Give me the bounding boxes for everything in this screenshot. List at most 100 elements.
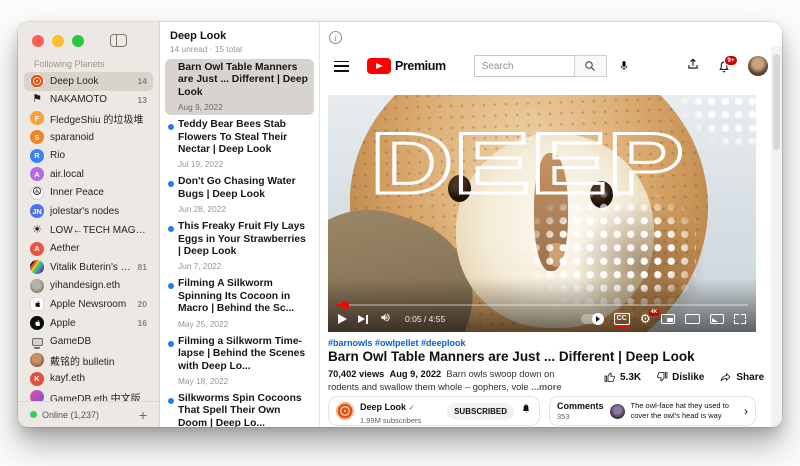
search-input[interactable] xyxy=(474,55,574,77)
article-date: May 25, 2022 xyxy=(178,319,308,329)
sidebar-item-apple[interactable]: Apple 16 xyxy=(24,314,153,333)
sidebar-item-gamedb[interactable]: GameDB xyxy=(24,332,153,351)
add-feed-button[interactable]: + xyxy=(139,408,147,422)
comments-card[interactable]: Comments 353 The owl-face hat they used … xyxy=(549,396,756,426)
scrollbar[interactable] xyxy=(771,46,782,427)
yihandesign-avatar xyxy=(30,279,44,293)
miniplayer-button[interactable] xyxy=(661,314,675,324)
captions-button[interactable]: CC xyxy=(614,313,630,324)
sidebar-item-jolestar-s-nodes[interactable]: JN jolestar's nodes xyxy=(24,202,153,221)
quality-badge: 4K xyxy=(649,309,659,317)
unread-dot-icon xyxy=(168,124,174,130)
article-info-icon[interactable]: i xyxy=(329,31,342,44)
feed-label: GameDB xyxy=(50,336,147,347)
sidebar-item-kayf-eth[interactable]: K kayf.eth xyxy=(24,370,153,389)
feed-label: Apple Newsroom xyxy=(50,299,134,310)
sidebar-item-deep-look[interactable]: Deep Look 14 xyxy=(24,72,153,91)
upload-icon[interactable] xyxy=(686,57,700,76)
sun-icon: ☀ xyxy=(30,223,44,237)
monitor-icon xyxy=(30,335,44,349)
web-content-pane: i Premium xyxy=(320,22,782,427)
sidebar-item-sparanoid[interactable]: S sparanoid xyxy=(24,128,153,147)
article-title: Silkworms Spin Cocoons That Spell Their … xyxy=(178,393,308,427)
channel-name: Deep Look xyxy=(360,402,406,412)
status-bar: Online (1,237) + xyxy=(18,401,159,427)
feed-title: Deep Look xyxy=(170,30,309,42)
hashtag-links[interactable]: #barnowls #owlpellet #deeplook xyxy=(328,338,466,348)
article-date: Jul 19, 2022 xyxy=(178,159,308,169)
article-item-6[interactable]: Filming a Silkworm Time-lapse | Behind t… xyxy=(165,333,314,389)
share-button[interactable]: Share xyxy=(719,371,764,383)
next-button[interactable] xyxy=(358,315,368,324)
sidebar-item-air-local[interactable]: A air.local xyxy=(24,165,153,184)
vitalik-avatar xyxy=(30,260,44,274)
like-button[interactable]: 5.3K xyxy=(604,371,641,383)
comments-label: Comments xyxy=(557,401,604,411)
sidebar-item-rio[interactable]: R Rio xyxy=(24,146,153,165)
video-player[interactable]: DEEP 0:05 / 4:55 xyxy=(328,95,756,332)
feed-label: Inner Peace xyxy=(50,187,147,198)
unread-dot-icon xyxy=(168,181,174,187)
sidebar-item-fledgeshiu[interactable]: F FledgeShiu 的垃圾堆 xyxy=(24,109,153,128)
commenter-avatar xyxy=(610,404,625,419)
notifications-bell-icon[interactable]: 9+ xyxy=(717,59,731,74)
expand-comments-chevron-icon[interactable]: › xyxy=(744,404,748,418)
thumbs-up-icon xyxy=(604,371,616,383)
close-window-button[interactable] xyxy=(32,35,44,47)
air-local-avatar: A xyxy=(30,167,44,181)
channel-card[interactable]: Deep Look ✓ 1.99M subscribers SUBSCRIBED xyxy=(328,396,540,426)
article-item-4[interactable]: This Freaky Fruit Fly Lays Eggs in Your … xyxy=(165,218,314,274)
article-list: Barn Owl Table Manners are Just ... Diff… xyxy=(160,59,319,427)
channel-logo-icon[interactable] xyxy=(336,402,354,420)
unread-count-badge: 81 xyxy=(138,262,147,272)
feed-label: GameDB.eth 中文版 xyxy=(50,390,147,401)
sidebar-item-nakamoto[interactable]: ⚑ NAKAMOTO 13 xyxy=(24,91,153,110)
video-actions: 5.3K Dislike Share ··· xyxy=(604,371,782,383)
top-comment-preview: The owl-face hat they used to cover the … xyxy=(631,401,738,422)
autoplay-toggle[interactable] xyxy=(581,314,604,324)
show-more-link[interactable]: ...more xyxy=(531,382,561,392)
article-item-1[interactable]: Barn Owl Table Manners are Just ... Diff… xyxy=(165,59,314,115)
sidebar-item-inner-peace[interactable]: ☮ Inner Peace xyxy=(24,184,153,203)
sidebar-item-gamedb-eth[interactable]: GameDB.eth 中文版 xyxy=(24,388,153,401)
sidebar-item-apple-newsroom[interactable]: Apple Newsroom 20 xyxy=(24,295,153,314)
feed-label: yihandesign.eth xyxy=(50,280,147,291)
article-list-pane: Deep Look 14 unread · 15 total Barn Owl … xyxy=(160,22,320,427)
sidebar-item-aether[interactable]: A Aether xyxy=(24,239,153,258)
sidebar-item-vitalik-buterin-s-we[interactable]: Vitalik Buterin's we... 81 xyxy=(24,258,153,277)
header-actions: 9+ xyxy=(686,56,768,76)
below-video-cards: Deep Look ✓ 1.99M subscribers SUBSCRIBED… xyxy=(328,396,756,426)
account-avatar[interactable] xyxy=(748,56,768,76)
view-count: 70,402 views xyxy=(328,369,384,379)
upload-date: Aug 9, 2022 xyxy=(390,369,442,379)
fullscreen-button[interactable] xyxy=(734,314,746,324)
cast-button[interactable] xyxy=(710,314,724,324)
menu-icon[interactable] xyxy=(334,61,349,72)
sidebar-item-low-tech-magazine[interactable]: ☀ LOW←TECH MAGAZINE xyxy=(24,221,153,240)
theater-mode-button[interactable] xyxy=(685,314,700,324)
play-button[interactable] xyxy=(338,314,347,324)
scrollbar-thumb[interactable] xyxy=(773,54,780,150)
gamedb-cn-avatar xyxy=(30,390,44,401)
youtube-brand-label: Premium xyxy=(395,59,446,73)
subscribed-button[interactable]: SUBSCRIBED xyxy=(447,403,514,420)
sidebar-item-yihandesign-eth[interactable]: yihandesign.eth xyxy=(24,277,153,296)
article-item-5[interactable]: Filming A Silkworm Spinning Its Cocoon i… xyxy=(165,275,314,331)
toggle-sidebar-icon[interactable] xyxy=(110,34,127,47)
article-item-7[interactable]: Silkworms Spin Cocoons That Spell Their … xyxy=(165,390,314,427)
settings-gear-icon[interactable]: ⚙4K xyxy=(640,313,651,326)
search-button[interactable] xyxy=(574,55,607,77)
notifications-on-bell-icon[interactable] xyxy=(520,402,532,420)
minimize-window-button[interactable] xyxy=(52,35,64,47)
youtube-premium-logo[interactable]: Premium xyxy=(367,58,446,74)
voice-search-icon[interactable] xyxy=(618,59,630,73)
article-item-3[interactable]: Don't Go Chasing Water Bugs | Deep Look … xyxy=(165,173,314,217)
feed-label: jolestar's nodes xyxy=(50,206,147,217)
feed-label: Aether xyxy=(50,243,147,254)
article-item-2[interactable]: Teddy Bear Bees Stab Flowers To Steal Th… xyxy=(165,116,314,172)
sidebar-item-bulletin[interactable]: 戴铭的 bulletin xyxy=(24,351,153,370)
zoom-window-button[interactable] xyxy=(72,35,84,47)
dislike-button[interactable]: Dislike xyxy=(656,371,704,383)
volume-icon[interactable] xyxy=(379,310,392,328)
halftone-dots-corner xyxy=(678,95,756,153)
